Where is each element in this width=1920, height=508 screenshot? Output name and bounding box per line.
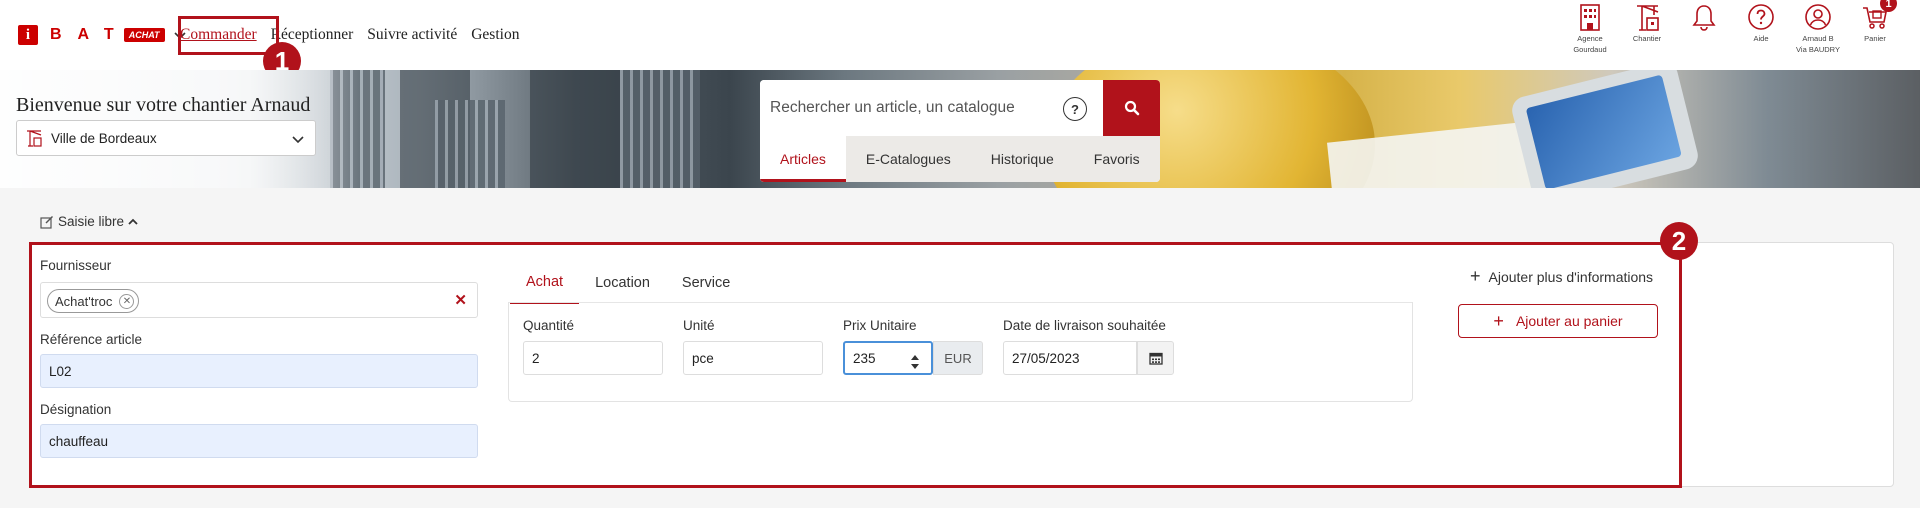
banner-building [435, 100, 505, 188]
welcome-title: Bienvenue sur votre chantier Arnaud [16, 94, 311, 116]
site-select[interactable]: Ville de Bordeaux [16, 120, 316, 156]
nav-item-suivre-activite[interactable]: Suivre activité [367, 26, 457, 44]
site-select-value: Ville de Bordeaux [51, 130, 157, 146]
saisie-libre-label: Saisie libre [58, 214, 125, 229]
agence-label: Agence [1577, 34, 1603, 43]
user-label: Arnaud B [1802, 34, 1834, 43]
site-crane-icon [27, 130, 42, 147]
search-input[interactable] [760, 80, 1103, 136]
nav-item-gestion[interactable]: Gestion [471, 26, 519, 44]
tab-historique[interactable]: Historique [971, 136, 1074, 182]
header-panier[interactable]: 1 Panier [1847, 0, 1903, 43]
top-navigation-bar: i BAT ACHAT Commander Réceptionner Suivr… [0, 0, 1920, 80]
banner-tablet-screen [1525, 74, 1682, 188]
banner-building [620, 70, 700, 188]
cart-count-badge: 1 [1880, 0, 1897, 12]
header-agence[interactable]: Agence Gourdaud [1562, 0, 1618, 54]
logo-badge: ACHAT [123, 28, 165, 42]
building-icon [1580, 4, 1600, 31]
tab-articles[interactable]: Articles [760, 136, 846, 182]
header-aide[interactable]: Aide [1733, 0, 1789, 43]
edit-icon [40, 215, 53, 229]
saisie-libre-toggle[interactable]: Saisie libre [40, 214, 143, 229]
search-help-button[interactable]: ? [1063, 97, 1087, 121]
search-button[interactable] [1103, 80, 1160, 136]
tab-favoris[interactable]: Favoris [1074, 136, 1160, 182]
banner-building [530, 70, 620, 188]
agence-sublabel: Gourdaud [1573, 45, 1607, 54]
highlight-frame-form [29, 242, 1682, 488]
help-circle-icon [1748, 4, 1774, 30]
logo-mark: i [18, 25, 38, 45]
aide-label: Aide [1753, 34, 1769, 43]
highlight-frame-commander [178, 16, 279, 55]
crane-icon [1637, 5, 1659, 31]
panier-label: Panier [1864, 34, 1886, 43]
chevron-up-icon [128, 218, 138, 225]
header-user[interactable]: Arnaud B Via BAUDRY [1790, 0, 1846, 54]
search-icon [1124, 100, 1139, 116]
logo-letters: BAT [50, 26, 130, 43]
chantier-label: Chantier [1632, 34, 1662, 43]
search-panel: ? Articles E-Catalogues Historique Favor… [760, 80, 1160, 182]
user-icon [1805, 4, 1831, 30]
banner-tablet [1509, 70, 1701, 188]
header-notifications[interactable] [1676, 0, 1732, 32]
bell-icon [1692, 5, 1716, 31]
user-sublabel: Via BAUDRY [1796, 45, 1840, 54]
chevron-down-icon [292, 136, 304, 144]
header-chantier[interactable]: Chantier [1619, 0, 1675, 43]
tab-e-catalogues[interactable]: E-Catalogues [846, 136, 971, 182]
brand-logo[interactable]: i BAT ACHAT [18, 25, 187, 45]
search-tabs: Articles E-Catalogues Historique Favoris [760, 136, 1160, 182]
step-callout-2: 2 [1660, 222, 1698, 260]
